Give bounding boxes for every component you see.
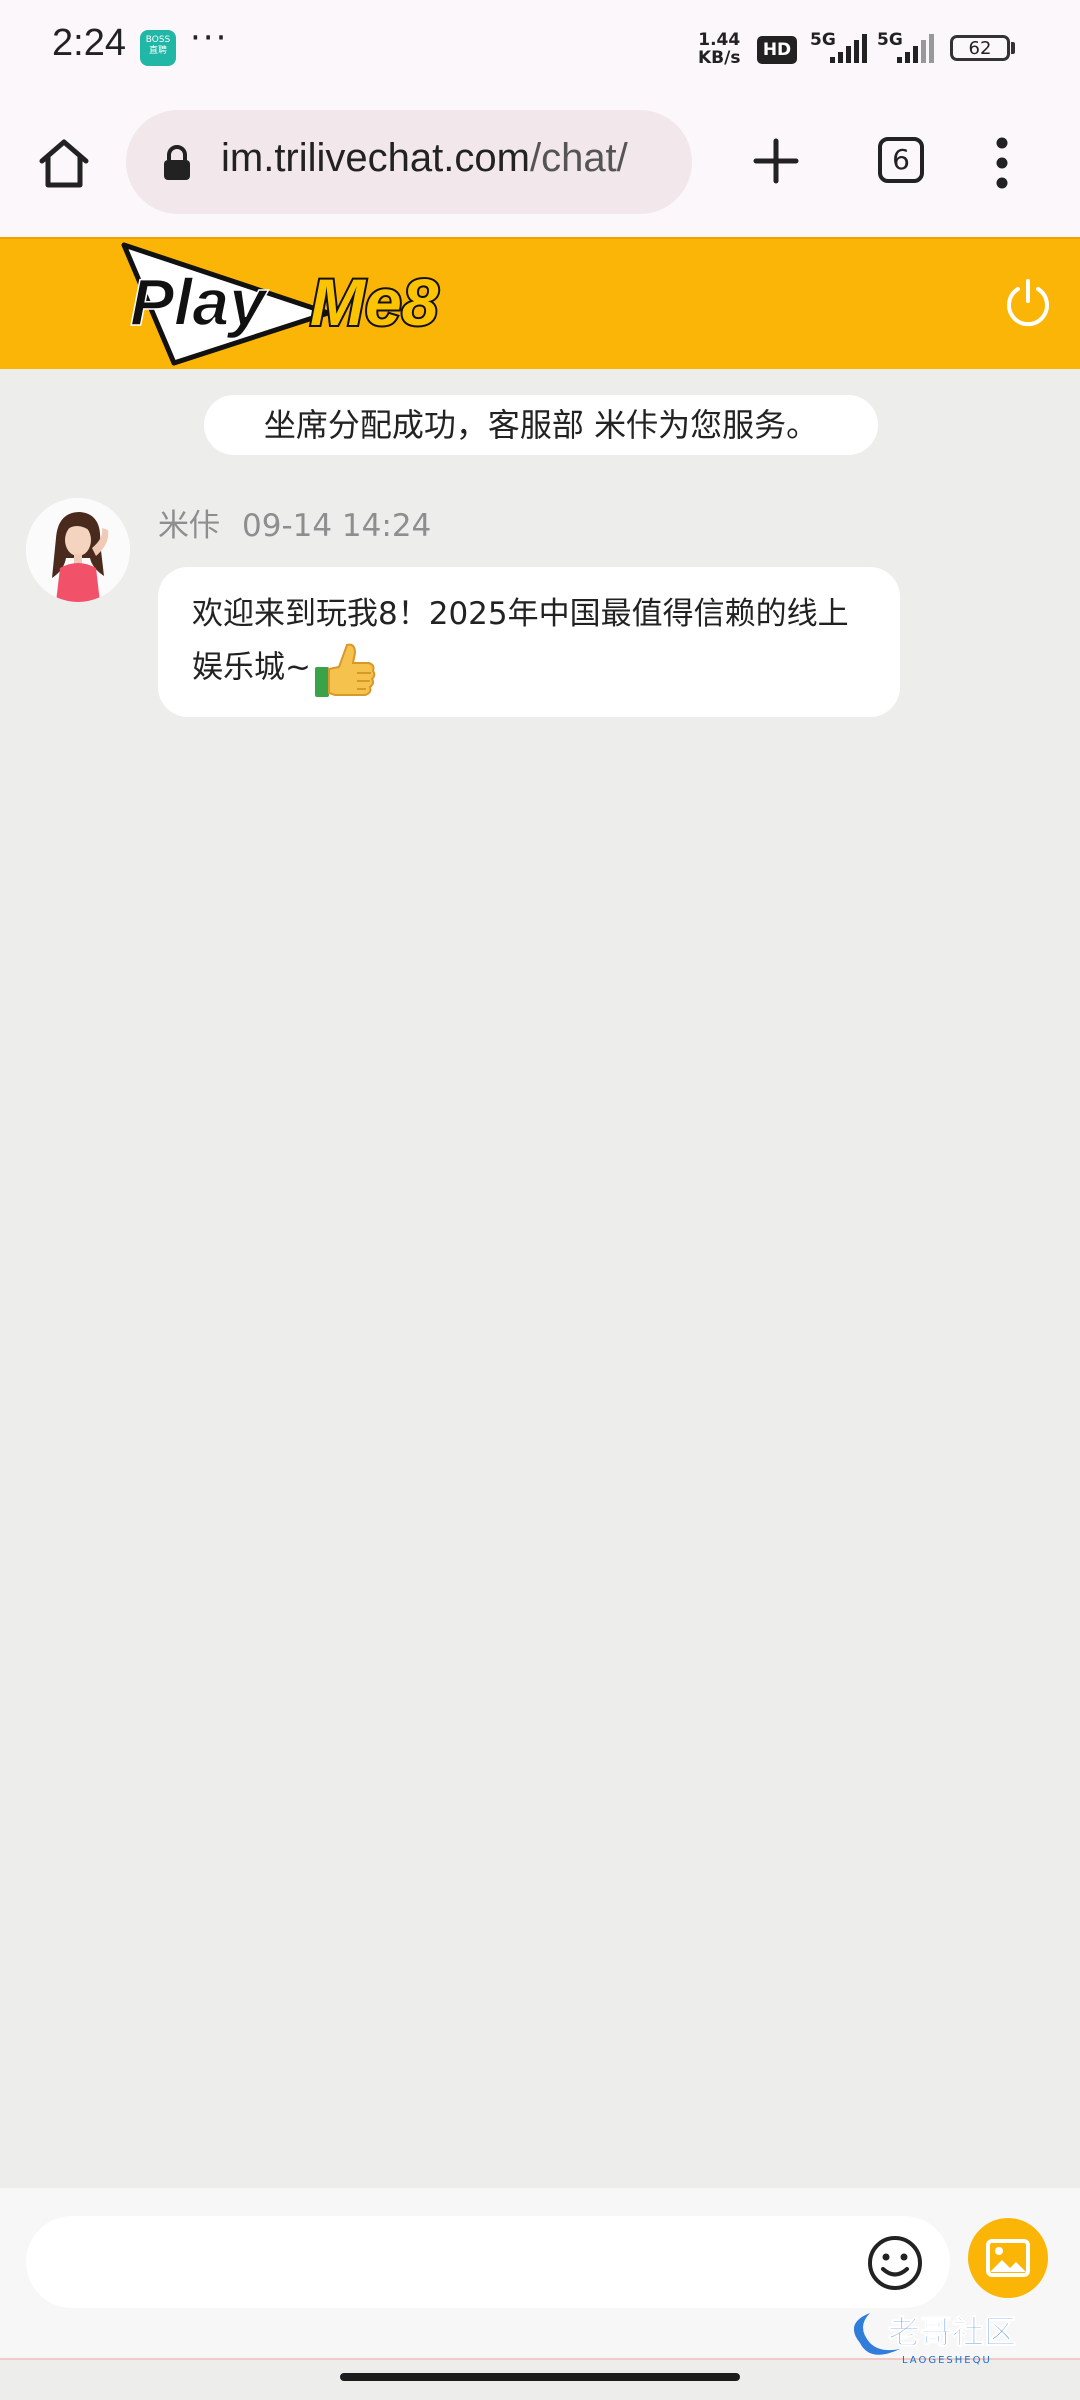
signal-1-icon: 5G	[810, 30, 876, 66]
watermark-text: 老哥社区	[888, 2313, 1016, 2351]
url-path: /chat/	[529, 136, 628, 180]
message-text-line-2-text: 娱乐城~	[192, 649, 311, 686]
home-button[interactable]	[34, 133, 94, 193]
logo-me8-text: Me8	[310, 265, 439, 339]
signal-2-icon: 5G	[877, 30, 943, 66]
network-speed-unit: KB/s	[698, 48, 741, 68]
smiley-icon	[868, 2236, 922, 2290]
new-tab-button[interactable]	[748, 133, 804, 189]
message-text-line-1: 欢迎来到玩我8！2025年中国最值得信赖的线上	[192, 596, 849, 632]
agent-name: 米佧	[158, 508, 220, 544]
network-speed-value: 1.44	[698, 30, 741, 50]
browser-toolbar: im.trilivechat.com/chat/ 6	[0, 95, 1080, 237]
url-host: im.trilivechat.com	[221, 136, 530, 180]
logo-play-text: Play	[130, 265, 269, 339]
watermark-subtext: LAOGESHEQU	[902, 2355, 992, 2366]
plus-icon	[753, 138, 799, 184]
laogeshequ-watermark: 老哥社区 LAOGESHEQU	[853, 2313, 1017, 2366]
more-vertical-icon	[996, 137, 1008, 189]
boss-app-notification-icon: BOSS 直聘	[140, 30, 176, 66]
url-text: im.trilivechat.com/chat/	[221, 136, 628, 181]
hd-voice-icon: HD	[757, 36, 797, 64]
message-text-line-2: 娱乐城~	[192, 639, 866, 699]
tab-switcher-button[interactable]: 6	[878, 137, 924, 183]
battery-icon: 62	[950, 35, 1010, 61]
message-meta: 米佧 09-14 14:24	[158, 500, 431, 545]
agent-avatar	[26, 498, 130, 602]
image-icon	[986, 2239, 1030, 2277]
home-indicator[interactable]	[340, 2373, 740, 2381]
lock-icon	[164, 145, 190, 180]
browser-menu-button[interactable]	[990, 135, 1014, 191]
system-message: 坐席分配成功，客服部 米佧为您服务。	[204, 395, 878, 455]
battery-tip	[1011, 42, 1015, 54]
playme8-logo: Play Me8	[121, 242, 441, 366]
home-icon	[39, 139, 89, 188]
message-input[interactable]	[26, 2216, 950, 2308]
chat-header: Play Me8	[0, 237, 1080, 369]
network-speed: 1.44 KB/s	[698, 31, 740, 67]
emoji-button[interactable]	[866, 2234, 924, 2292]
status-time: 2:24	[52, 22, 126, 64]
message-bubble: 欢迎来到玩我8！2025年中国最值得信赖的线上 娱乐城~	[158, 567, 900, 717]
address-bar[interactable]: im.trilivechat.com/chat/	[126, 110, 692, 214]
more-notifications-icon: ···	[190, 18, 229, 58]
send-image-button[interactable]	[968, 2218, 1048, 2298]
message-timestamp: 09-14 14:24	[242, 508, 432, 544]
end-chat-button[interactable]	[1002, 277, 1054, 329]
thumbs-up-emoji-icon	[314, 643, 376, 697]
status-bar: 2:24 BOSS 直聘 ··· 1.44 KB/s HD 5G 5G 62	[0, 0, 1080, 95]
power-icon	[1007, 279, 1049, 327]
